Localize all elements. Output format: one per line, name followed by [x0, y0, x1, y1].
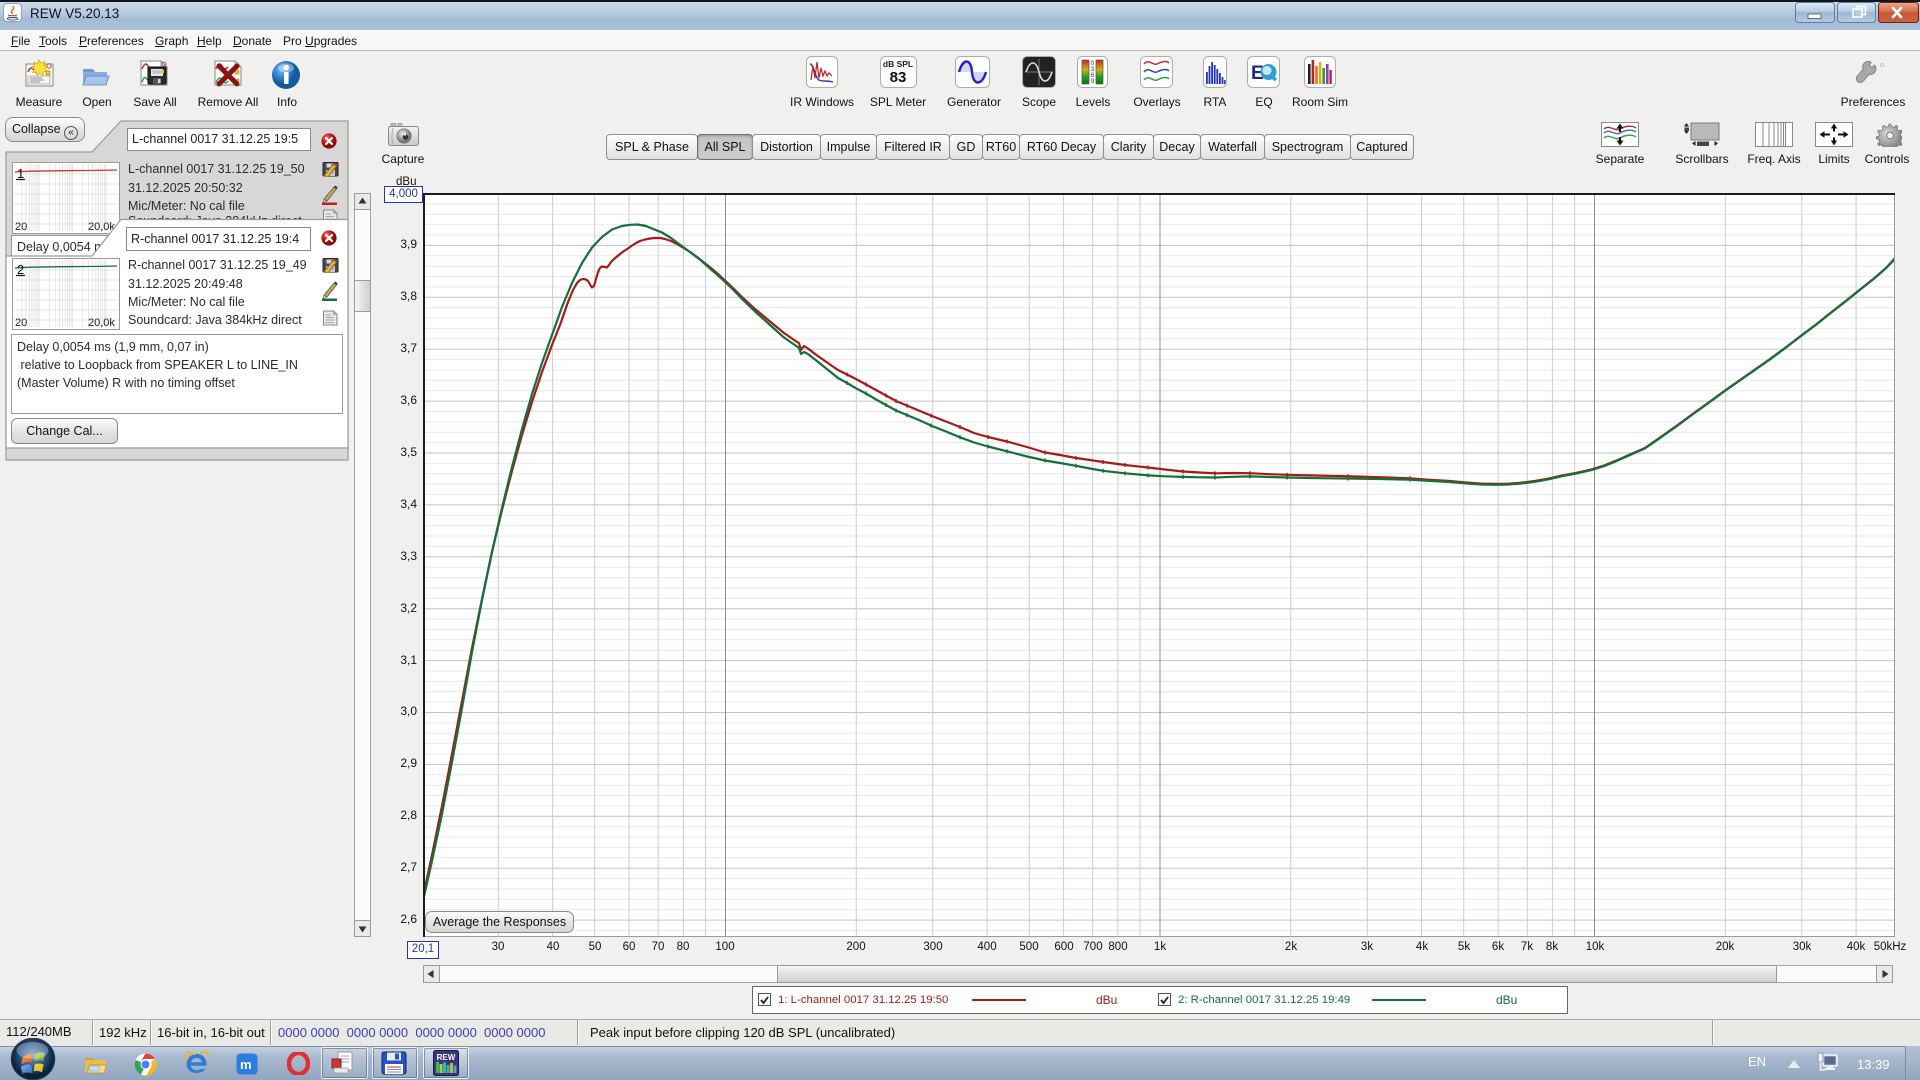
svg-text:1: 1 [17, 166, 24, 181]
svg-text:m: m [240, 1057, 252, 1072]
svg-text:20,0k: 20,0k [88, 317, 115, 329]
svg-text:2: 2 [17, 262, 24, 277]
svg-text:REW: REW [437, 1053, 456, 1062]
svg-text:dB SPL: dB SPL [883, 59, 913, 69]
svg-text:20: 20 [15, 317, 27, 329]
svg-text:83: 83 [890, 69, 907, 86]
